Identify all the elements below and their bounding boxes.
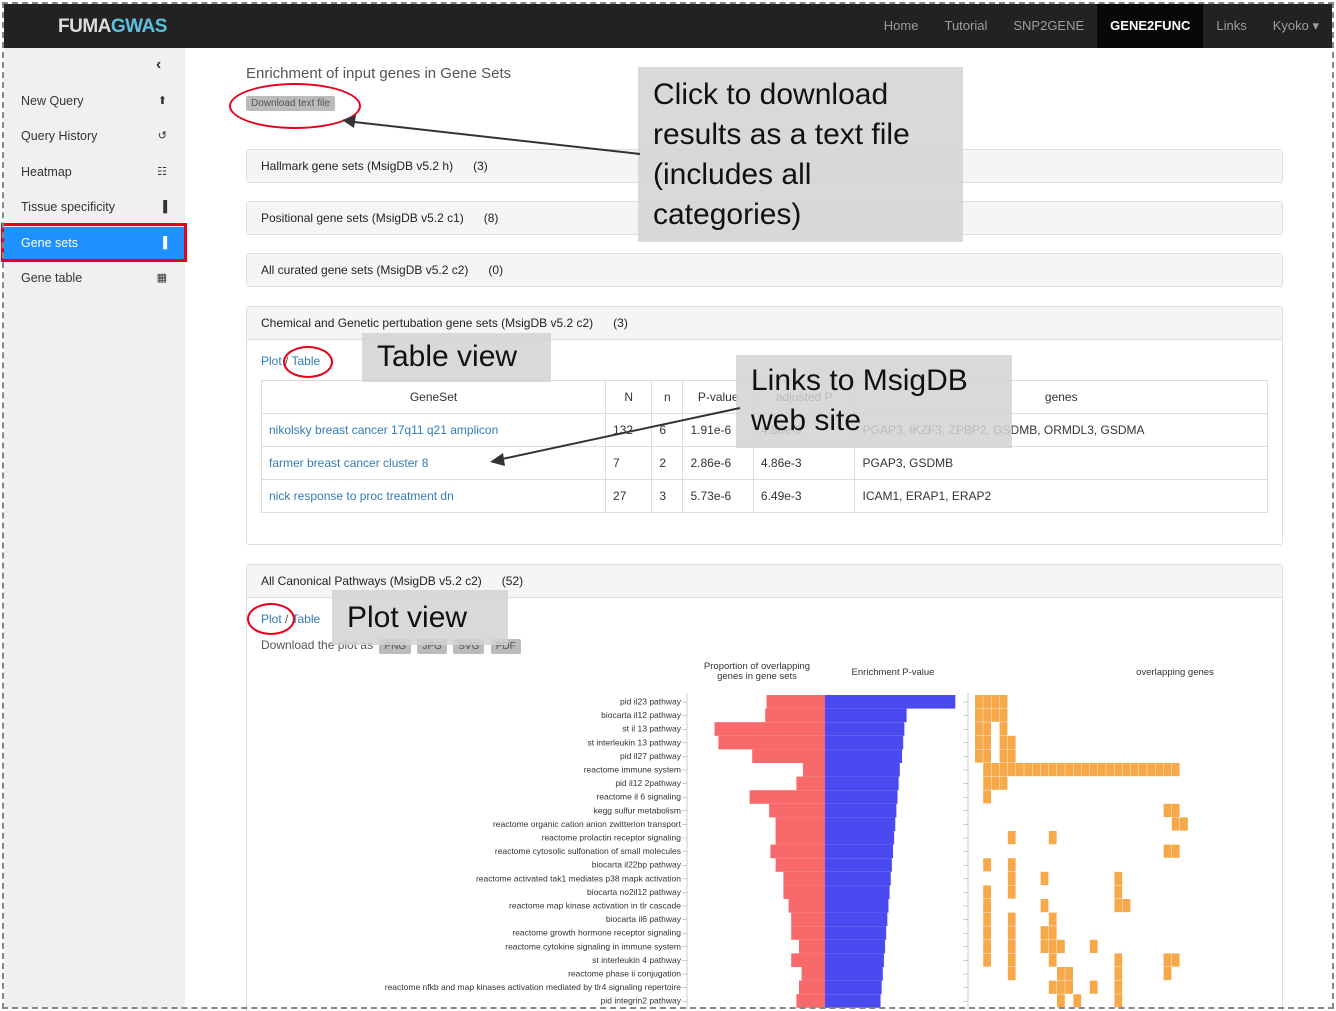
annotation-arrows bbox=[342, 115, 741, 466]
